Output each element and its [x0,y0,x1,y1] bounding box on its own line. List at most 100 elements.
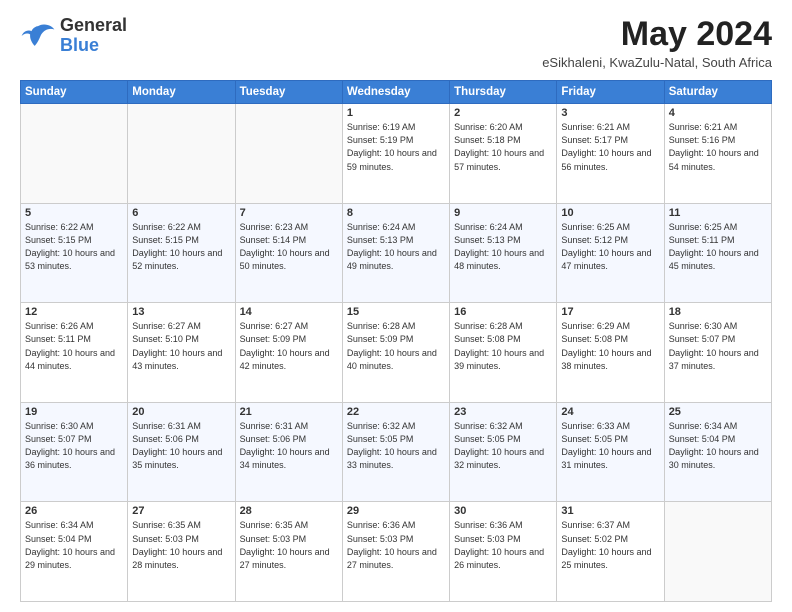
table-row: 2 Sunrise: 6:20 AMSunset: 5:18 PMDaylight… [450,104,557,204]
table-row: 15Sunrise: 6:28 AMSunset: 5:09 PMDayligh… [342,303,449,403]
table-row: 25Sunrise: 6:34 AMSunset: 5:04 PMDayligh… [664,402,771,502]
table-row: 9 Sunrise: 6:24 AMSunset: 5:13 PMDaylight… [450,203,557,303]
day-number: 10 [561,207,659,219]
table-row: 1 Sunrise: 6:19 AMSunset: 5:19 PMDaylight… [342,104,449,204]
table-row: 16 Sunrise: 6:28 AMSunset: 5:08 PMDayligh… [450,303,557,403]
calendar-week-row: 26Sunrise: 6:34 AMSunset: 5:04 PMDayligh… [21,502,772,602]
day-info: Sunrise: 6:25 AMSunset: 5:12 PMDaylight:… [561,221,659,273]
day-number: 31 [561,505,659,517]
day-info: Sunrise: 6:24 AMSunset: 5:13 PMDaylight:… [454,221,552,273]
table-row: 3 Sunrise: 6:21 AMSunset: 5:17 PMDaylight… [557,104,664,204]
logo: General Blue [20,16,127,56]
day-number: 11 [669,207,767,219]
table-row: 17 Sunrise: 6:29 AMSunset: 5:08 PMDayligh… [557,303,664,403]
day-number: 30 [454,505,552,517]
table-row: 27 Sunrise: 6:35 AMSunset: 5:03 PMDayligh… [128,502,235,602]
day-info: Sunrise: 6:36 AMSunset: 5:03 PMDaylight:… [454,519,552,571]
day-info: Sunrise: 6:29 AMSunset: 5:08 PMDaylight:… [561,320,659,372]
day-info: Sunrise: 6:37 AMSunset: 5:02 PMDaylight:… [561,519,659,571]
calendar-week-row: 1 Sunrise: 6:19 AMSunset: 5:19 PMDaylight… [21,104,772,204]
col-monday: Monday [128,81,235,104]
day-number: 28 [240,505,338,517]
col-saturday: Saturday [664,81,771,104]
table-row: 30 Sunrise: 6:36 AMSunset: 5:03 PMDayligh… [450,502,557,602]
day-number: 7 [240,207,338,219]
day-info: Sunrise: 6:32 AMSunset: 5:05 PMDaylight:… [454,420,552,472]
col-sunday: Sunday [21,81,128,104]
table-row: 11Sunrise: 6:25 AMSunset: 5:11 PMDayligh… [664,203,771,303]
day-number: 23 [454,406,552,418]
col-wednesday: Wednesday [342,81,449,104]
day-info: Sunrise: 6:24 AMSunset: 5:13 PMDaylight:… [347,221,445,273]
logo-text: General Blue [60,15,127,55]
day-info: Sunrise: 6:27 AMSunset: 5:10 PMDaylight:… [132,320,230,372]
day-info: Sunrise: 6:31 AMSunset: 5:06 PMDaylight:… [132,420,230,472]
table-row: 21 Sunrise: 6:31 AMSunset: 5:06 PMDayligh… [235,402,342,502]
table-row: 18Sunrise: 6:30 AMSunset: 5:07 PMDayligh… [664,303,771,403]
day-info: Sunrise: 6:30 AMSunset: 5:07 PMDaylight:… [25,420,123,472]
table-row: 10 Sunrise: 6:25 AMSunset: 5:12 PMDayligh… [557,203,664,303]
calendar-week-row: 19Sunrise: 6:30 AMSunset: 5:07 PMDayligh… [21,402,772,502]
page: General Blue May 2024 eSikhaleni, KwaZul… [0,0,792,612]
table-row: 4 Sunrise: 6:21 AMSunset: 5:16 PMDaylight… [664,104,771,204]
day-info: Sunrise: 6:20 AMSunset: 5:18 PMDaylight:… [454,121,552,173]
day-number: 9 [454,207,552,219]
day-number: 3 [561,107,659,119]
table-row [128,104,235,204]
day-number: 16 [454,306,552,318]
day-number: 22 [347,406,445,418]
table-row: 5Sunrise: 6:22 AMSunset: 5:15 PMDaylight… [21,203,128,303]
day-number: 20 [132,406,230,418]
calendar-header-row: Sunday Monday Tuesday Wednesday Thursday… [21,81,772,104]
day-info: Sunrise: 6:21 AMSunset: 5:17 PMDaylight:… [561,121,659,173]
location: eSikhaleni, KwaZulu-Natal, South Africa [542,55,772,70]
col-tuesday: Tuesday [235,81,342,104]
day-number: 8 [347,207,445,219]
day-info: Sunrise: 6:33 AMSunset: 5:05 PMDaylight:… [561,420,659,472]
day-number: 26 [25,505,123,517]
table-row: 20 Sunrise: 6:31 AMSunset: 5:06 PMDayligh… [128,402,235,502]
day-info: Sunrise: 6:27 AMSunset: 5:09 PMDaylight:… [240,320,338,372]
day-info: Sunrise: 6:35 AMSunset: 5:03 PMDaylight:… [132,519,230,571]
day-info: Sunrise: 6:28 AMSunset: 5:08 PMDaylight:… [454,320,552,372]
table-row: 28Sunrise: 6:35 AMSunset: 5:03 PMDayligh… [235,502,342,602]
day-info: Sunrise: 6:22 AMSunset: 5:15 PMDaylight:… [25,221,123,273]
day-info: Sunrise: 6:30 AMSunset: 5:07 PMDaylight:… [669,320,767,372]
table-row: 6 Sunrise: 6:22 AMSunset: 5:15 PMDaylight… [128,203,235,303]
table-row: 24Sunrise: 6:33 AMSunset: 5:05 PMDayligh… [557,402,664,502]
day-number: 4 [669,107,767,119]
col-thursday: Thursday [450,81,557,104]
day-info: Sunrise: 6:36 AMSunset: 5:03 PMDaylight:… [347,519,445,571]
calendar-week-row: 12Sunrise: 6:26 AMSunset: 5:11 PMDayligh… [21,303,772,403]
day-number: 1 [347,107,445,119]
table-row: 23 Sunrise: 6:32 AMSunset: 5:05 PMDayligh… [450,402,557,502]
day-number: 21 [240,406,338,418]
day-info: Sunrise: 6:31 AMSunset: 5:06 PMDaylight:… [240,420,338,472]
table-row [21,104,128,204]
table-row: 29Sunrise: 6:36 AMSunset: 5:03 PMDayligh… [342,502,449,602]
day-info: Sunrise: 6:32 AMSunset: 5:05 PMDaylight:… [347,420,445,472]
table-row: 31 Sunrise: 6:37 AMSunset: 5:02 PMDayligh… [557,502,664,602]
calendar-table: Sunday Monday Tuesday Wednesday Thursday… [20,80,772,602]
table-row: 19Sunrise: 6:30 AMSunset: 5:07 PMDayligh… [21,402,128,502]
month-year: May 2024 [542,16,772,53]
day-info: Sunrise: 6:23 AMSunset: 5:14 PMDaylight:… [240,221,338,273]
day-info: Sunrise: 6:22 AMSunset: 5:15 PMDaylight:… [132,221,230,273]
day-number: 17 [561,306,659,318]
title-block: May 2024 eSikhaleni, KwaZulu-Natal, Sout… [542,16,772,70]
table-row [235,104,342,204]
day-number: 6 [132,207,230,219]
table-row: 12Sunrise: 6:26 AMSunset: 5:11 PMDayligh… [21,303,128,403]
header: General Blue May 2024 eSikhaleni, KwaZul… [20,16,772,70]
day-number: 2 [454,107,552,119]
day-number: 13 [132,306,230,318]
col-friday: Friday [557,81,664,104]
day-info: Sunrise: 6:28 AMSunset: 5:09 PMDaylight:… [347,320,445,372]
day-number: 27 [132,505,230,517]
day-number: 25 [669,406,767,418]
day-info: Sunrise: 6:19 AMSunset: 5:19 PMDaylight:… [347,121,445,173]
table-row: 26Sunrise: 6:34 AMSunset: 5:04 PMDayligh… [21,502,128,602]
day-number: 12 [25,306,123,318]
day-info: Sunrise: 6:21 AMSunset: 5:16 PMDaylight:… [669,121,767,173]
table-row: 22 Sunrise: 6:32 AMSunset: 5:05 PMDayligh… [342,402,449,502]
